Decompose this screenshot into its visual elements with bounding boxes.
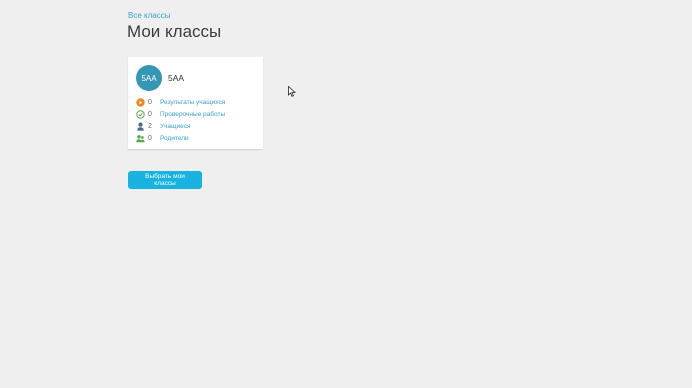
check-circle-icon — [136, 109, 145, 119]
tests-link[interactable]: Проверочные работы — [160, 111, 225, 118]
parents-link[interactable]: Родители — [160, 135, 189, 142]
select-my-classes-button[interactable]: Выбрать мои классы — [128, 171, 202, 189]
parents-icon — [136, 134, 145, 143]
avatar[interactable]: 5АА — [136, 65, 162, 91]
students-count: 2 — [148, 122, 152, 130]
class-name[interactable]: 5АА — [168, 73, 184, 83]
stat-row-tests: 0 Проверочные работы — [136, 109, 261, 119]
stat-row-students: 2 Учащиеся — [136, 121, 261, 131]
class-card: 5АА 5АА 0 Результаты учащихся 0 Провероч… — [128, 57, 263, 149]
stat-row-parents: 0 Родители — [136, 133, 261, 143]
breadcrumb[interactable]: Все классы — [128, 11, 170, 20]
students-link[interactable]: Учащиеся — [160, 123, 191, 130]
mouse-cursor-icon — [288, 86, 296, 97]
student-icon — [136, 122, 145, 131]
results-count: 0 — [148, 98, 152, 106]
stat-row-results: 0 Результаты учащихся — [136, 97, 261, 107]
results-link[interactable]: Результаты учащихся — [160, 99, 225, 106]
parents-count: 0 — [148, 134, 152, 142]
play-circle-icon — [136, 97, 145, 107]
tests-count: 0 — [148, 110, 152, 118]
page-title: Мои классы — [127, 22, 222, 41]
